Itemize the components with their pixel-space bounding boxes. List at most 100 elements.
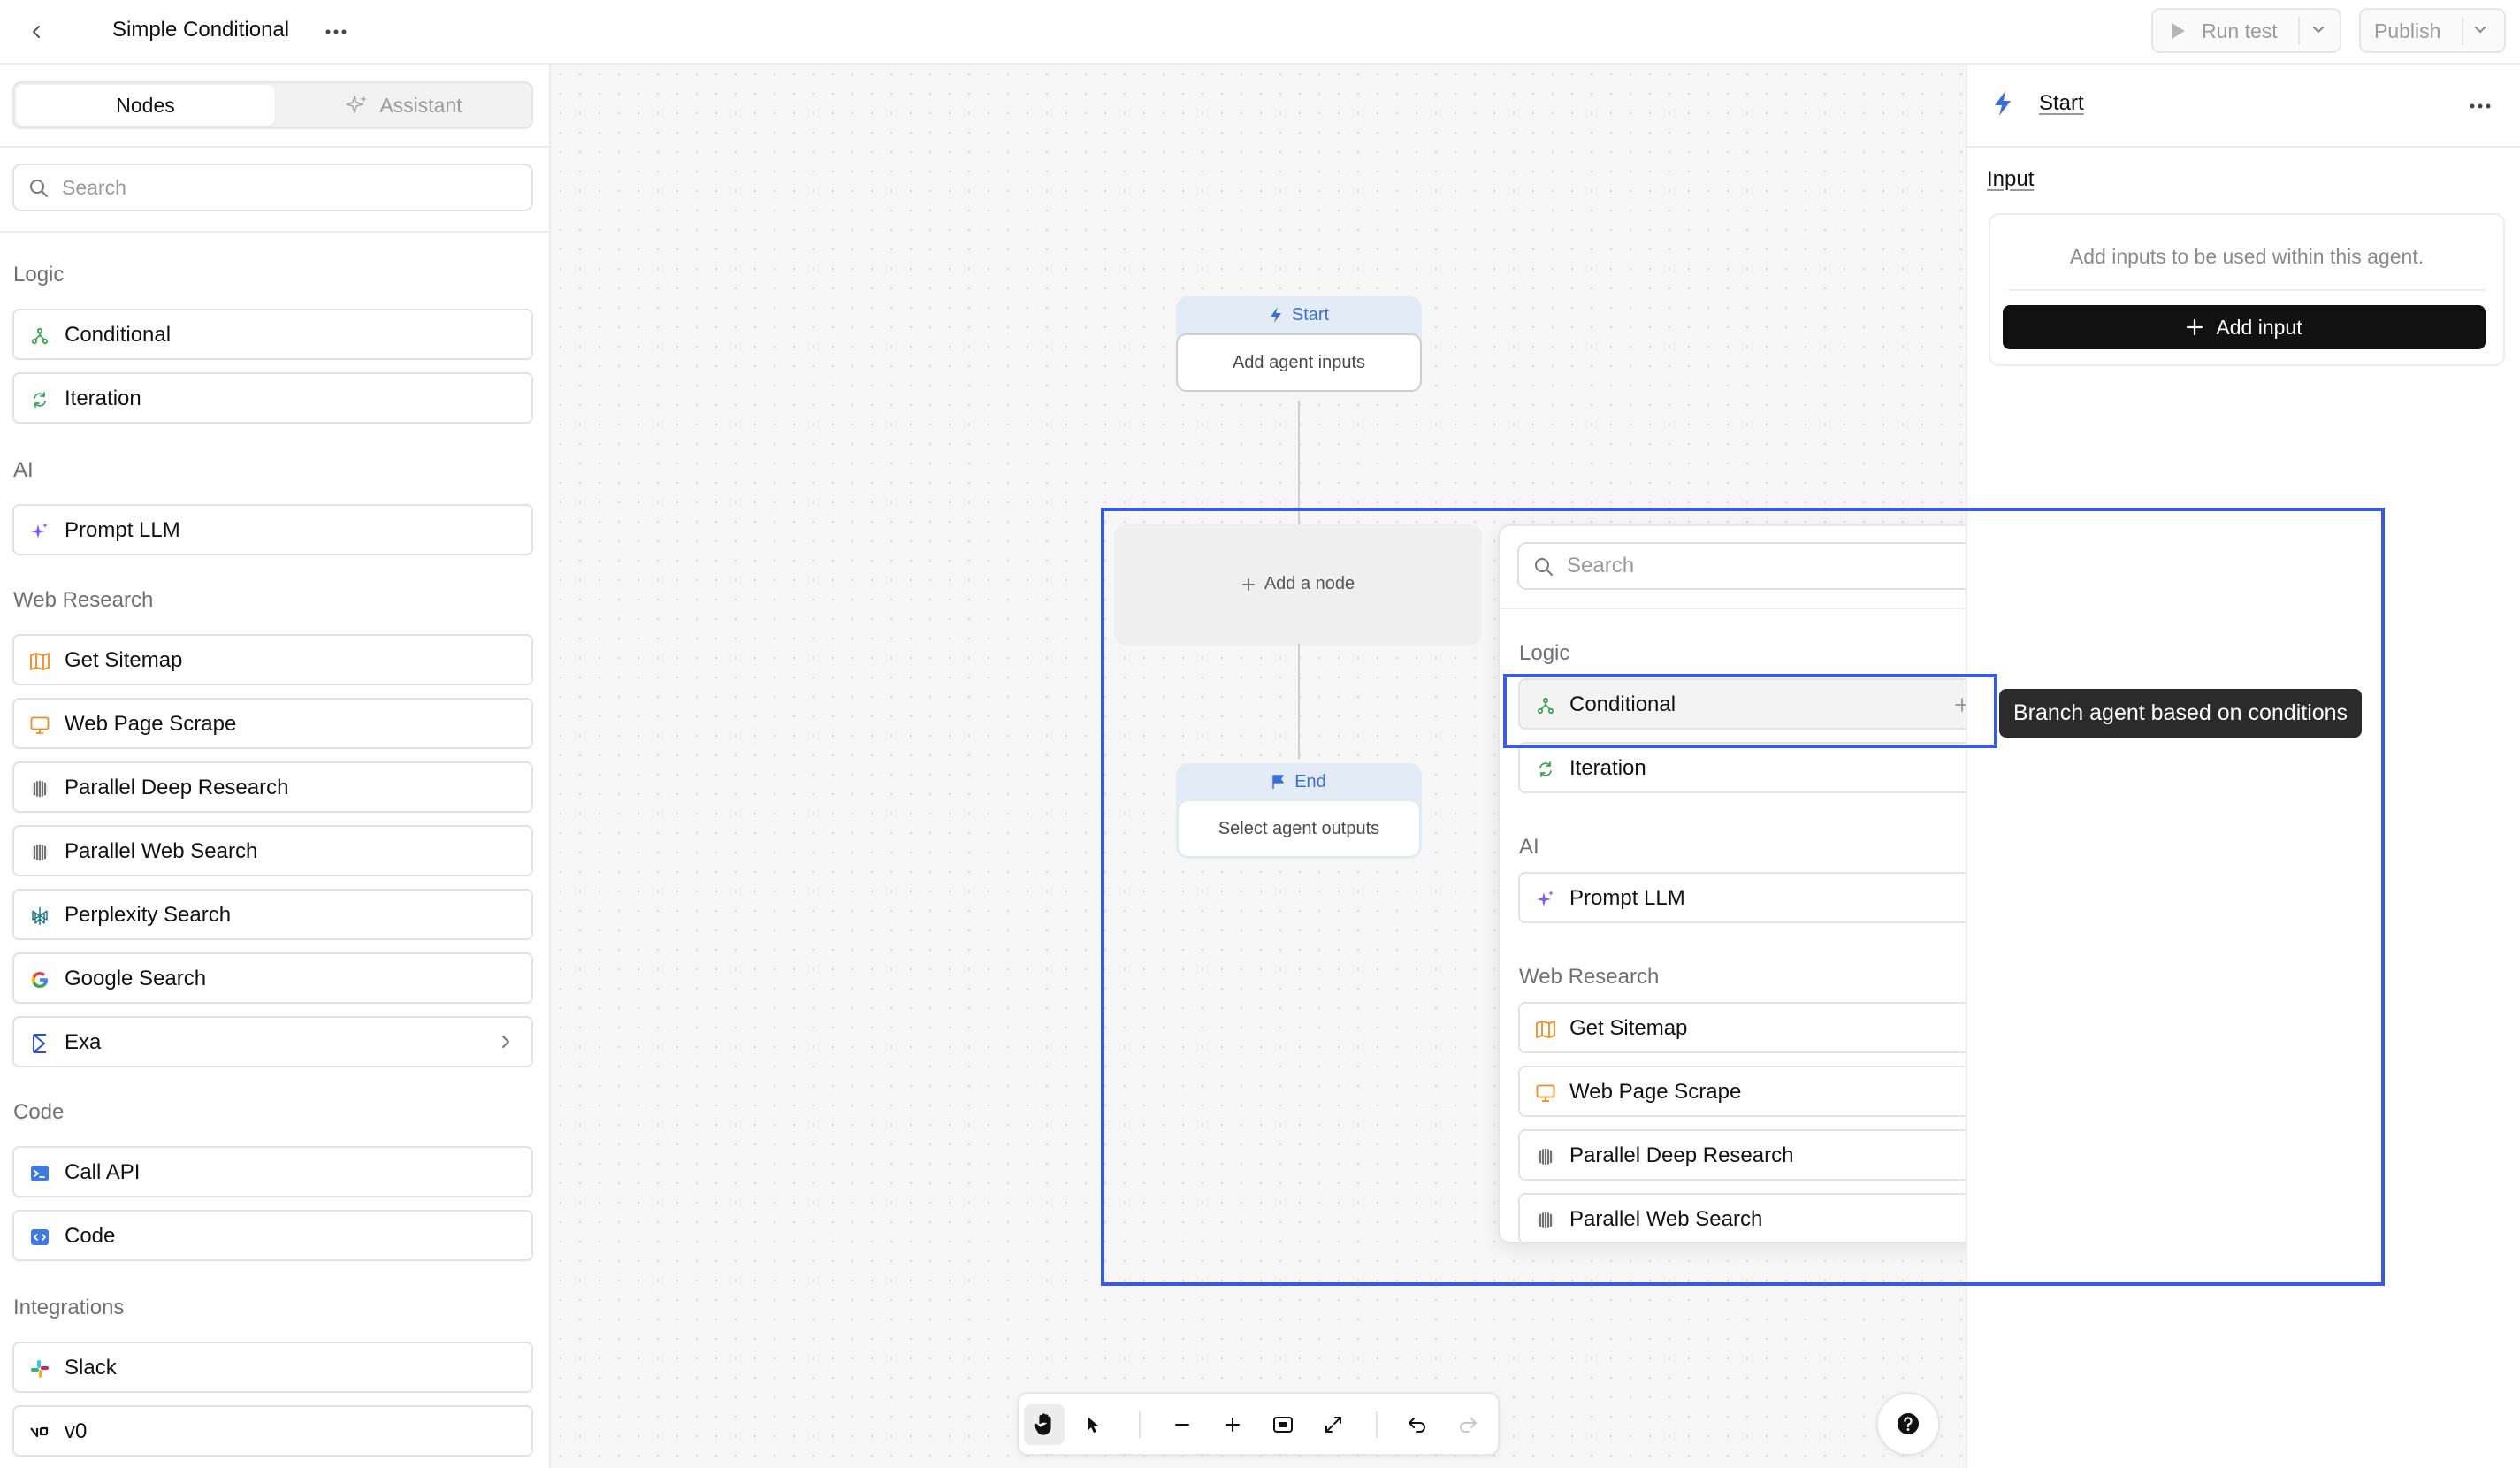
add-node-placeholder[interactable]: Add a node — [1115, 524, 1481, 644]
start-node-body[interactable]: Add agent inputs — [1176, 333, 1422, 392]
popup-item-prompt-llm[interactable]: Prompt LLM — [1518, 872, 1990, 923]
fit-view-button[interactable] — [1263, 1404, 1303, 1445]
popup-item-label: Get Sitemap — [1569, 1016, 1688, 1040]
start-node[interactable]: Start Add agent inputs — [1176, 296, 1422, 392]
divider — [1967, 146, 2520, 148]
section-label-integrations: Integrations — [13, 1296, 125, 1319]
pan-tool-button[interactable] — [1024, 1404, 1065, 1445]
sparkle-icon — [346, 96, 368, 113]
help-button[interactable] — [1876, 1392, 1940, 1456]
popup-item-conditional[interactable]: Conditional — [1518, 678, 1990, 730]
v0-icon — [30, 1423, 50, 1442]
chevron-down-icon[interactable] — [2310, 21, 2326, 37]
hand-icon — [1034, 1413, 1051, 1435]
sidebar-item-google-search[interactable]: Google Search — [12, 952, 533, 1004]
search-icon — [30, 180, 48, 197]
parallel-icon — [1536, 1211, 1555, 1230]
sidebar-item-slack[interactable]: Slack — [12, 1342, 533, 1393]
toolbar-divider — [1139, 1411, 1141, 1438]
popup-item-parallel-web-search[interactable]: Parallel Web Search — [1518, 1193, 1990, 1242]
sidebar-item-web-page-scrape[interactable]: Web Page Scrape — [12, 698, 533, 749]
parallel-icon — [1536, 1147, 1555, 1166]
sidebar-item-perplexity-search[interactable]: Perplexity Search — [12, 889, 533, 940]
sparkle-icon — [30, 522, 50, 541]
help-icon — [1898, 1413, 1919, 1434]
panel-title[interactable]: Start — [2039, 91, 2084, 116]
add-input-label: Add input — [2216, 315, 2302, 339]
popup-item-get-sitemap[interactable]: Get Sitemap — [1518, 1002, 1990, 1053]
sidebar-item-get-sitemap[interactable]: Get Sitemap — [12, 634, 533, 685]
map-icon — [1536, 1020, 1555, 1039]
parallel-icon — [30, 779, 50, 799]
sidebar-item-conditional[interactable]: Conditional — [12, 309, 533, 360]
start-node-title: Start — [1291, 304, 1330, 325]
tab-assistant[interactable]: Assistant — [277, 85, 531, 126]
sidebar-item-label: Web Page Scrape — [65, 712, 237, 736]
zoom-in-button[interactable] — [1212, 1404, 1253, 1445]
loop-icon — [1536, 760, 1555, 779]
end-node-body[interactable]: Select agent outputs — [1178, 800, 1420, 857]
sidebar-item-exa[interactable]: Exa — [12, 1016, 533, 1067]
input-section-label: Input — [1987, 167, 2035, 191]
sidebar-item-iteration[interactable]: Iteration — [12, 372, 533, 424]
sidebar-item-parallel-web-search[interactable]: Parallel Web Search — [12, 825, 533, 876]
sidebar-item-label: Google Search — [65, 967, 207, 990]
sidebar-item-prompt-llm[interactable]: Prompt LLM — [12, 504, 533, 555]
popup-section-ai: AI — [1519, 835, 1539, 859]
sidebar-item-code[interactable]: Code — [12, 1210, 533, 1261]
sidebar-item-label: Code — [65, 1224, 116, 1248]
tab-assistant-label: Assistant — [379, 93, 462, 117]
zoom-out-button[interactable] — [1162, 1404, 1203, 1445]
exa-icon — [30, 1034, 50, 1053]
popup-item-label: Parallel Deep Research — [1569, 1143, 1794, 1167]
undo-icon — [1409, 1418, 1425, 1433]
branch-icon — [30, 326, 50, 346]
search-input[interactable] — [62, 173, 522, 202]
run-test-button[interactable]: Run test — [2151, 8, 2341, 53]
play-icon — [2172, 23, 2185, 39]
lightning-icon — [1995, 91, 2011, 116]
sidebar-item-label: Get Sitemap — [65, 648, 183, 672]
plus-icon — [1226, 1418, 1240, 1432]
section-label-code: Code — [13, 1100, 65, 1124]
redo-button[interactable] — [1447, 1404, 1488, 1445]
sidebar-item-call-api[interactable]: Call API — [12, 1146, 533, 1197]
divider — [1500, 608, 2005, 609]
popup-search-input[interactable] — [1567, 552, 1974, 580]
chevron-down-icon[interactable] — [2472, 21, 2488, 37]
sidebar-item-v0[interactable]: v0 — [12, 1405, 533, 1457]
sidebar-search — [12, 164, 533, 211]
page-title: Simple Conditional — [112, 18, 290, 42]
ellipsis-icon — [325, 29, 347, 34]
sidebar-item-label: Parallel Deep Research — [65, 776, 289, 799]
ellipsis-icon — [2470, 103, 2491, 109]
title-more-button[interactable] — [320, 16, 352, 48]
add-node-label: Add a node — [1264, 574, 1355, 593]
google-icon — [30, 970, 50, 990]
workflow-canvas[interactable]: Start Add agent inputs Add a node End Se… — [551, 65, 2006, 1468]
popup-item-web-page-scrape[interactable]: Web Page Scrape — [1518, 1066, 1990, 1117]
sidebar-item-label: Exa — [65, 1030, 102, 1054]
popup-item-label: Iteration — [1569, 756, 1646, 780]
panel-more-button[interactable] — [2470, 97, 2491, 113]
monitor-icon — [1536, 1083, 1555, 1103]
select-tool-button[interactable] — [1073, 1404, 1114, 1445]
section-label-web-research: Web Research — [13, 588, 154, 612]
popup-item-parallel-deep-research[interactable]: Parallel Deep Research — [1518, 1129, 1990, 1181]
sidebar-item-label: Prompt LLM — [65, 518, 180, 542]
end-node-header: End — [1176, 763, 1422, 800]
run-test-divider — [2298, 17, 2300, 45]
back-button[interactable] — [21, 16, 53, 48]
end-node[interactable]: End Select agent outputs — [1176, 763, 1422, 859]
fullscreen-button[interactable] — [1313, 1404, 1354, 1445]
run-test-label: Run test — [2202, 19, 2278, 42]
popup-item-label: Conditional — [1569, 692, 1676, 716]
add-input-button[interactable]: Add input — [2003, 305, 2486, 349]
plus-icon — [1241, 577, 1255, 591]
sidebar-item-parallel-deep-research[interactable]: Parallel Deep Research — [12, 761, 533, 813]
popup-item-label: Web Page Scrape — [1569, 1080, 1742, 1104]
publish-button[interactable]: Publish — [2359, 8, 2506, 53]
tab-nodes[interactable]: Nodes — [16, 85, 275, 126]
popup-item-iteration[interactable]: Iteration — [1518, 742, 1990, 793]
undo-button[interactable] — [1397, 1404, 1438, 1445]
